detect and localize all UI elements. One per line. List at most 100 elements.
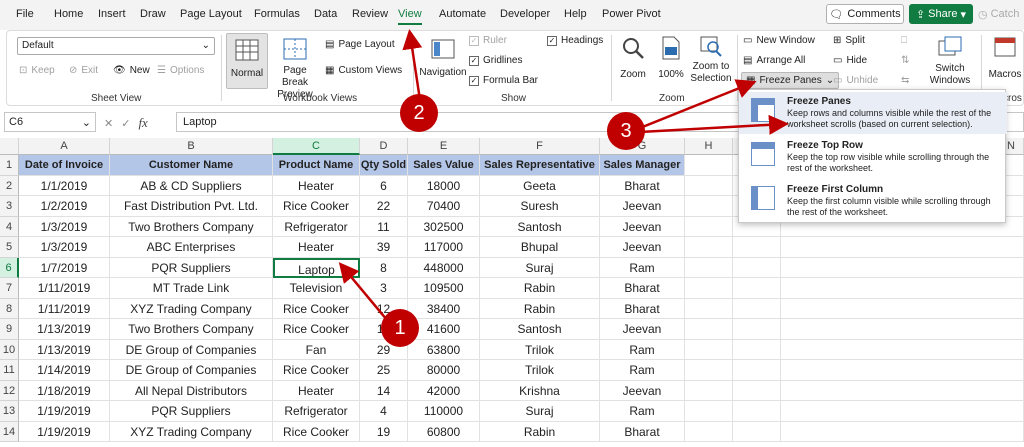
table-cell[interactable]: 25 [360, 360, 408, 381]
empty-cell[interactable] [685, 319, 733, 340]
empty-cell[interactable] [781, 237, 1024, 258]
split-button[interactable]: ⊞ Split [833, 35, 865, 46]
table-cell[interactable]: Fan [273, 339, 360, 360]
table-cell[interactable]: 39 [360, 237, 408, 258]
table-cell[interactable]: PQR Suppliers [110, 257, 273, 278]
formula-bar-checkbox[interactable]: ✓ Formula Bar [469, 75, 538, 86]
table-cell[interactable]: 80000 [408, 360, 480, 381]
table-cell[interactable]: Suraj [480, 401, 600, 422]
row-header[interactable]: 14 [0, 421, 19, 442]
table-cell[interactable]: 14 [360, 380, 408, 401]
table-cell[interactable]: Rabin [480, 278, 600, 299]
empty-cell[interactable] [781, 278, 1024, 299]
zoom-button[interactable]: Zoom [615, 33, 651, 89]
table-cell[interactable]: 19 [360, 421, 408, 442]
table-cell[interactable]: 1/1/2019 [19, 175, 110, 196]
new-sheet-view-button[interactable]: 👁 New [113, 65, 150, 76]
table-cell[interactable]: Heater [273, 237, 360, 258]
empty-cell[interactable] [685, 196, 733, 217]
empty-cell[interactable] [733, 360, 781, 381]
unhide-button[interactable]: ▭ Unhide [833, 75, 878, 86]
table-cell[interactable]: Heater [273, 380, 360, 401]
menu-formulas[interactable]: Formulas [254, 8, 300, 20]
empty-cell[interactable] [733, 278, 781, 299]
table-cell[interactable]: Santosh [480, 216, 600, 237]
table-cell[interactable]: 11 [360, 216, 408, 237]
empty-cell[interactable] [685, 401, 733, 422]
row-header[interactable]: 9 [0, 319, 19, 340]
switch-windows-button[interactable]: Switch Windows [925, 33, 975, 89]
menu-draw[interactable]: Draw [140, 8, 166, 20]
table-cell[interactable]: XYZ Trading Company [110, 298, 273, 319]
active-cell[interactable]: Laptop [273, 257, 360, 278]
row-header[interactable]: 2 [0, 175, 19, 196]
table-cell[interactable]: Ram [600, 257, 685, 278]
table-cell[interactable]: 70400 [408, 196, 480, 217]
table-cell[interactable]: 1/13/2019 [19, 319, 110, 340]
table-cell[interactable]: ABC Enterprises [110, 237, 273, 258]
table-cell[interactable]: 22 [360, 196, 408, 217]
empty-cell[interactable] [733, 401, 781, 422]
table-header-cell[interactable]: Sales Manager [600, 155, 685, 176]
empty-cell[interactable] [781, 319, 1024, 340]
custom-views-button[interactable]: ▦ Custom Views [325, 65, 402, 76]
menu-page-layout[interactable]: Page Layout [180, 8, 242, 20]
table-cell[interactable]: Rice Cooker [273, 196, 360, 217]
table-cell[interactable]: 38400 [408, 298, 480, 319]
table-cell[interactable]: Bharat [600, 278, 685, 299]
row-header[interactable]: 12 [0, 380, 19, 401]
empty-cell[interactable] [781, 360, 1024, 381]
new-window-button[interactable]: ▭ New Window [743, 35, 815, 46]
menu-file[interactable]: File [16, 8, 34, 20]
select-all-corner[interactable] [0, 138, 19, 155]
table-cell[interactable]: Trilok [480, 360, 600, 381]
table-header-cell[interactable]: Qty Sold [360, 155, 408, 176]
row-header[interactable]: 4 [0, 216, 19, 237]
empty-cell[interactable] [685, 339, 733, 360]
table-cell[interactable]: 1/3/2019 [19, 237, 110, 258]
empty-cell[interactable] [733, 237, 781, 258]
empty-cell[interactable] [733, 319, 781, 340]
column-header[interactable]: F [480, 138, 600, 155]
synchronous-scrolling-icon[interactable]: ⇅ [901, 55, 909, 66]
empty-cell[interactable] [685, 360, 733, 381]
table-cell[interactable]: Ram [600, 401, 685, 422]
table-cell[interactable]: 1/11/2019 [19, 298, 110, 319]
headings-checkbox[interactable]: ✓ Headings [547, 35, 603, 46]
empty-cell[interactable] [733, 421, 781, 442]
menu-power-pivot[interactable]: Power Pivot [602, 8, 661, 20]
table-cell[interactable]: Bharat [600, 421, 685, 442]
table-cell[interactable]: 109500 [408, 278, 480, 299]
table-cell[interactable]: Fast Distribution Pvt. Ltd. [110, 196, 273, 217]
table-cell[interactable]: AB & CD Suppliers [110, 175, 273, 196]
table-cell[interactable]: 1/11/2019 [19, 278, 110, 299]
table-cell[interactable]: Bharat [600, 175, 685, 196]
empty-cell[interactable] [781, 298, 1024, 319]
table-header-cell[interactable]: Product Name [273, 155, 360, 176]
table-cell[interactable]: Ram [600, 339, 685, 360]
table-cell[interactable]: 1/13/2019 [19, 339, 110, 360]
row-header[interactable]: 10 [0, 339, 19, 360]
table-cell[interactable]: Refrigerator [273, 216, 360, 237]
table-cell[interactable]: 1/19/2019 [19, 401, 110, 422]
table-cell[interactable]: Rabin [480, 421, 600, 442]
table-cell[interactable]: Jeevan [600, 216, 685, 237]
empty-cell[interactable] [685, 421, 733, 442]
freeze-first-column-option[interactable]: Freeze First Column Keep the first colum… [739, 180, 1007, 222]
table-cell[interactable]: Two Brothers Company [110, 216, 273, 237]
row-header[interactable]: 11 [0, 360, 19, 381]
table-cell[interactable]: Suraj [480, 257, 600, 278]
gridlines-checkbox[interactable]: ✓ Gridlines [469, 55, 522, 66]
table-cell[interactable]: 110000 [408, 401, 480, 422]
normal-view-button[interactable]: Normal [226, 33, 268, 89]
table-cell[interactable]: Rice Cooker [273, 298, 360, 319]
table-cell[interactable]: 18000 [408, 175, 480, 196]
table-cell[interactable]: Jeevan [600, 319, 685, 340]
table-cell[interactable]: Bharat [600, 298, 685, 319]
empty-cell[interactable] [685, 216, 733, 237]
row-header[interactable]: 7 [0, 278, 19, 299]
table-cell[interactable]: Jeevan [600, 237, 685, 258]
table-cell[interactable]: Bhupal [480, 237, 600, 258]
table-cell[interactable]: 4 [360, 401, 408, 422]
table-header-cell[interactable]: Date of Invoice [19, 155, 110, 176]
